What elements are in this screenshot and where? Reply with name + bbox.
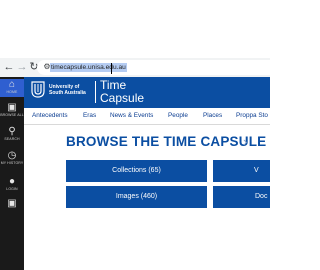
sidebar-item-browse-all[interactable]: ▣ BROWSE ALL bbox=[0, 102, 24, 120]
menu-item-antecedents[interactable]: Antecedents bbox=[32, 112, 68, 120]
text-cursor bbox=[111, 63, 112, 74]
url-text[interactable]: timecapsule.unisa.edu.au bbox=[50, 63, 127, 72]
sidebar-item-images[interactable]: ▣ bbox=[0, 198, 24, 210]
forward-arrow-icon[interactable]: → bbox=[16, 61, 28, 73]
site-title[interactable]: Time Capsule bbox=[100, 79, 144, 105]
sidebar-item-label: MY HISTORY bbox=[0, 161, 24, 165]
user-icon: ● bbox=[8, 176, 16, 187]
sidebar-item-label: SEARCH bbox=[4, 137, 20, 141]
image-icon: ▣ bbox=[7, 198, 17, 209]
back-arrow-icon[interactable]: ← bbox=[3, 61, 15, 73]
unisa-logo-icon[interactable] bbox=[31, 81, 45, 98]
sidebar-item-search[interactable]: ⚲ SEARCH bbox=[0, 126, 24, 144]
sidebar-item-home[interactable]: ⌂ HOME bbox=[0, 79, 24, 97]
sidebar-item-my-history[interactable]: ◷ MY HISTORY bbox=[0, 150, 24, 168]
university-name: University of South Australia bbox=[49, 84, 86, 96]
university-name-line2: South Australia bbox=[49, 90, 86, 96]
sidebar-item-label: BROWSE ALL bbox=[0, 113, 24, 117]
documents-tile[interactable]: Doc bbox=[213, 186, 270, 208]
collections-tile[interactable]: Collections (65) bbox=[66, 160, 207, 182]
home-icon: ⌂ bbox=[8, 79, 16, 90]
menu-item-eras[interactable]: Eras bbox=[83, 112, 96, 120]
sidebar-item-label: HOME bbox=[6, 90, 18, 94]
clock-icon: ◷ bbox=[7, 150, 17, 161]
sidebar-item-label: LOGIN bbox=[6, 187, 18, 191]
menu-item-people[interactable]: People bbox=[168, 112, 188, 120]
menu-item-news-events[interactable]: News & Events bbox=[110, 112, 153, 120]
page-heading: BROWSE THE TIME CAPSULE bbox=[66, 134, 267, 149]
chevron-right-icon[interactable]: › bbox=[243, 134, 247, 150]
search-icon: ⚲ bbox=[8, 126, 16, 137]
header-divider bbox=[95, 81, 96, 103]
images-tile[interactable]: Images (460) bbox=[66, 186, 207, 208]
menu-item-proppa-stories[interactable]: Proppa Sto bbox=[236, 112, 268, 120]
videos-tile[interactable]: V bbox=[213, 160, 270, 182]
image-icon: ▣ bbox=[7, 102, 17, 113]
sidebar-item-login[interactable]: ● LOGIN bbox=[0, 176, 24, 194]
menu-item-places[interactable]: Places bbox=[203, 112, 222, 120]
site-title-line2: Capsule bbox=[100, 91, 145, 105]
